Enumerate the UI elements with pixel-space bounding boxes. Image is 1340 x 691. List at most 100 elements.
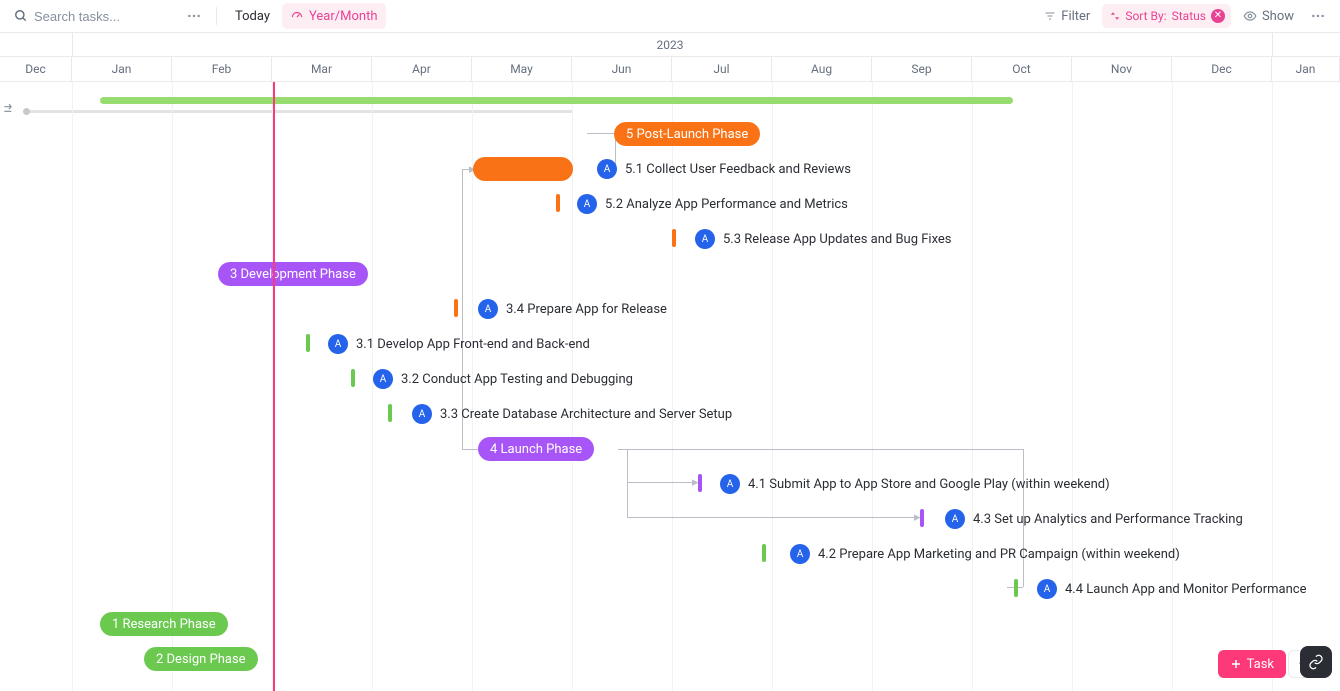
toolbar: Today Year/Month Filter Sort By: Status … [0, 0, 1340, 33]
gantt-chart[interactable]: Current Month 5 Post-Launch Phase A5.1 C… [0, 82, 1340, 691]
time-header: 2023 DecJanFebMarAprMayJunJulAugSepOctNo… [0, 33, 1340, 82]
grid-line [1072, 82, 1073, 691]
separator [216, 7, 217, 25]
expand-sidebar-icon[interactable] [0, 100, 18, 118]
today-button[interactable]: Today [227, 3, 278, 29]
show-button[interactable]: Show [1235, 3, 1302, 29]
close-icon[interactable]: ✕ [1211, 9, 1225, 23]
task-row[interactable]: A5.3 Release App Updates and Bug Fixes [695, 229, 952, 249]
task-label: 4.4 Launch App and Monitor Performance [1065, 582, 1306, 597]
new-task-label: Task [1247, 657, 1274, 672]
year-row: 2023 [0, 33, 1340, 57]
task-row[interactable]: A 4.4 Launch App and Monitor Performance [1037, 579, 1306, 599]
dependency-line [627, 482, 695, 483]
task-tick[interactable] [920, 509, 924, 527]
month-cell: May [472, 57, 572, 81]
avatar: A [577, 194, 597, 214]
phase-label: 1 Research Phase [112, 617, 216, 632]
month-cell: Feb [172, 57, 272, 81]
sort-value: Status [1172, 9, 1206, 23]
filter-icon [1044, 10, 1056, 22]
plus-icon [1230, 658, 1242, 670]
phase-label: 2 Design Phase [156, 652, 246, 667]
filter-button[interactable]: Filter [1036, 3, 1098, 29]
avatar: A [1037, 579, 1057, 599]
task-tick[interactable] [306, 334, 310, 352]
task-label: 3.1 Develop App Front-end and Back-end [356, 337, 590, 352]
task-label: 5.2 Analyze App Performance and Metrics [605, 197, 848, 212]
task-row[interactable]: A 3.1 Develop App Front-end and Back-end [328, 334, 590, 354]
month-cell: Jun [572, 57, 672, 81]
avatar: A [720, 474, 740, 494]
more-icon[interactable] [182, 4, 206, 28]
task-row[interactable]: A3.4 Prepare App for Release [478, 299, 667, 319]
phase-bar[interactable]: 1 Research Phase [100, 612, 228, 636]
task-label: 3.3 Create Database Architecture and Ser… [440, 407, 732, 422]
month-cell: Aug [772, 57, 872, 81]
toolbar-left: Today Year/Month [10, 3, 386, 29]
task-row[interactable]: A3.3 Create Database Architecture and Se… [412, 404, 732, 424]
task-tick[interactable] [762, 544, 766, 562]
task-label: 3.4 Prepare App for Release [506, 302, 667, 317]
month-cell: Oct [972, 57, 1072, 81]
task-tick[interactable] [388, 404, 392, 422]
task-row[interactable]: A4.1 Submit App to App Store and Google … [720, 474, 1110, 494]
year-separator [72, 33, 73, 56]
project-bar[interactable] [100, 97, 1013, 104]
project-handle[interactable] [23, 108, 30, 115]
sort-pill[interactable]: Sort By: Status ✕ [1102, 4, 1231, 28]
phase-bar[interactable]: 5 Post-Launch Phase [614, 122, 760, 146]
search-wrap[interactable] [10, 3, 178, 29]
task-row[interactable]: A4.2 Prepare App Marketing and PR Campai… [790, 544, 1180, 564]
project-track [25, 110, 573, 113]
avatar: A [695, 229, 715, 249]
grid-line [1172, 82, 1173, 691]
month-cell: Dec [1172, 57, 1272, 81]
show-label: Show [1262, 9, 1294, 24]
search-input[interactable] [34, 9, 174, 24]
link-button[interactable] [1300, 646, 1332, 678]
task-row[interactable]: A 5.1 Collect User Feedback and Reviews [597, 159, 851, 179]
new-task-button[interactable]: Task [1218, 650, 1286, 678]
phase-label: 5 Post-Launch Phase [626, 127, 748, 142]
year-label: 2023 [657, 38, 684, 52]
year-separator [1272, 33, 1273, 56]
task-tick[interactable] [672, 229, 676, 247]
gauge-icon [290, 9, 304, 23]
scale-button[interactable]: Year/Month [282, 3, 386, 29]
task-row[interactable]: A4.3 Set up Analytics and Performance Tr… [945, 509, 1243, 529]
avatar: A [597, 159, 617, 179]
dependency-line [587, 133, 615, 134]
task-tick[interactable] [556, 194, 560, 212]
more-icon[interactable] [1306, 4, 1330, 28]
task-label: 5.1 Collect User Feedback and Reviews [625, 162, 851, 177]
phase-bar[interactable]: 3 Development Phase [218, 262, 368, 286]
toolbar-right: Filter Sort By: Status ✕ Show [1036, 3, 1330, 29]
dependency-line [618, 449, 1023, 450]
month-cell: Jan [72, 57, 172, 81]
task-tick[interactable] [454, 299, 458, 317]
task-row[interactable]: A3.2 Conduct App Testing and Debugging [373, 369, 633, 389]
task-row[interactable]: A 5.2 Analyze App Performance and Metrics [577, 194, 848, 214]
avatar: A [328, 334, 348, 354]
dependency-line [462, 449, 478, 450]
phase-label: 3 Development Phase [230, 267, 356, 282]
task-tick[interactable] [698, 474, 702, 492]
task-tick[interactable] [1014, 579, 1018, 597]
sort-icon [1110, 11, 1120, 21]
month-cell: Jan [1272, 57, 1340, 81]
month-cell: Jul [672, 57, 772, 81]
search-icon [14, 9, 28, 23]
filter-label: Filter [1061, 9, 1090, 24]
month-cell: Nov [1072, 57, 1172, 81]
task-tick[interactable] [351, 369, 355, 387]
phase-bar[interactable]: 2 Design Phase [144, 647, 258, 671]
eye-icon [1243, 9, 1257, 23]
avatar: A [790, 544, 810, 564]
sort-prefix: Sort By: [1125, 9, 1166, 23]
phase-bar[interactable]: 4 Launch Phase [478, 437, 594, 461]
task-bar[interactable] [473, 157, 573, 181]
month-cell: Dec [0, 57, 72, 81]
month-cell: Sep [872, 57, 972, 81]
grid-line [72, 82, 73, 691]
